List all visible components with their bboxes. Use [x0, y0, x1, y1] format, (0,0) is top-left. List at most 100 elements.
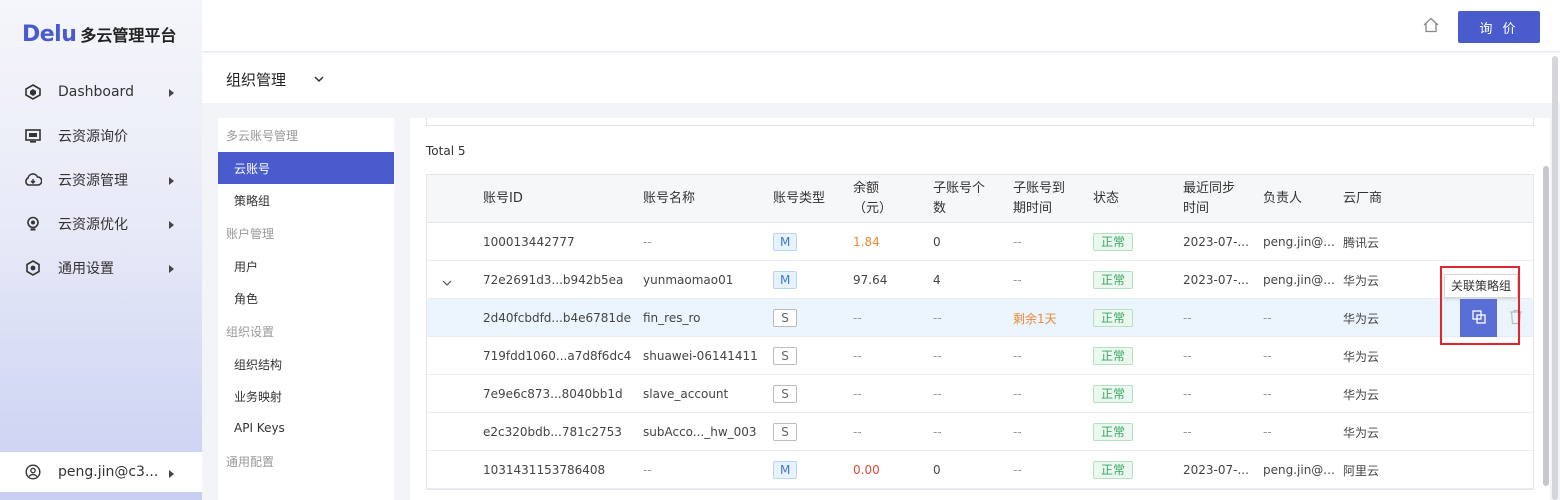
cell-owner: peng.jin@...	[1263, 463, 1335, 477]
associate-policy-tooltip: 关联策略组	[1444, 274, 1519, 298]
table-body: 100013442777 -- M 1.84 0 -- 正常 2023-07-... peng.…	[427, 223, 1533, 489]
account-type-badge: S	[773, 347, 797, 365]
trash-icon[interactable]	[1509, 309, 1523, 329]
status-badge: 正常	[1093, 385, 1134, 403]
associate-policy-button[interactable]	[1460, 299, 1497, 337]
cell-sub-count: --	[933, 349, 942, 363]
cell-balance: --	[853, 349, 862, 363]
dashboard-icon	[24, 83, 42, 101]
submenu-item-business-mapping[interactable]: 业务映射	[218, 380, 394, 412]
sidebar-item-label: 云资源询价	[58, 129, 128, 145]
chevron-down-icon[interactable]	[312, 71, 326, 90]
page-title: 组织管理	[226, 71, 287, 89]
cell-sub-count: 0	[933, 463, 941, 477]
table-row[interactable]: 72e2691d3...b942b5ea yunmaomao01 M 97.64 4 --…	[427, 261, 1533, 299]
cell-account-type: M	[773, 451, 798, 489]
submenu-item-api-keys[interactable]: API Keys	[218, 412, 394, 444]
cell-account-id: 100013442777	[483, 235, 575, 249]
total-count: Total 5	[426, 144, 466, 158]
cell-vendor: 华为云	[1343, 311, 1380, 326]
submenu-item-cloud-account[interactable]: 云账号	[218, 152, 394, 184]
submenu-group-title: 账户管理	[226, 226, 275, 241]
cell-account-type: S	[773, 337, 797, 375]
table-row[interactable]: 719fdd1060...a7d8f6dc4 shuawei-06141411 S -…	[427, 337, 1533, 375]
copy-link-icon	[1471, 309, 1487, 328]
cell-balance: 0.00	[853, 463, 880, 477]
column-header-account-type[interactable]: 账号类型	[773, 175, 843, 223]
status-badge: 正常	[1093, 233, 1134, 251]
cell-account-name: --	[643, 235, 652, 249]
cell-vendor: 华为云	[1343, 387, 1380, 402]
account-type-badge: M	[773, 233, 798, 251]
cell-status: 正常	[1093, 261, 1134, 299]
column-header-owner[interactable]: 负责人	[1263, 175, 1333, 223]
submenu-item-users[interactable]: 用户	[218, 250, 394, 282]
account-type-badge: M	[773, 461, 798, 479]
cell-account-type: S	[773, 413, 797, 451]
table-scrollbar[interactable]	[1543, 166, 1549, 486]
inquiry-button[interactable]: 询 价	[1458, 11, 1540, 43]
table-row[interactable]: 1031431153786408 -- M 0.00 0 -- 正常 2023-07-... p…	[427, 451, 1533, 489]
cell-vendor: 腾讯云	[1343, 235, 1380, 250]
cell-account-id: 2d40fcbdfd...b4e6781de	[483, 311, 632, 325]
cell-sub-count: 0	[933, 235, 941, 249]
column-header-account-name[interactable]: 账号名称	[643, 175, 763, 223]
sidebar-footer-strip	[0, 492, 202, 500]
column-header-balance[interactable]: 余额 （元）	[853, 175, 917, 223]
cell-owner: --	[1263, 311, 1272, 325]
cloud-icon	[24, 171, 42, 189]
cell-account-id: 72e2691d3...b942b5ea	[483, 273, 624, 287]
cell-sub-expire: --	[1013, 463, 1022, 477]
cell-sub-expire: --	[1013, 235, 1022, 249]
column-header-status[interactable]: 状态	[1093, 175, 1153, 223]
cell-sub-expire: 剩余1天	[1013, 311, 1057, 326]
sidebar-item-price-inquiry[interactable]: 云资源询价	[0, 114, 202, 158]
sidebar-item-general-settings[interactable]: 通用设置	[0, 246, 202, 290]
cell-balance: --	[853, 387, 862, 401]
table-row[interactable]: 2d40fcbdfd...b4e6781de fin_res_ro S -- -- 剩余1…	[427, 299, 1533, 337]
cell-balance: --	[853, 425, 862, 439]
submenu-item-policy-group[interactable]: 策略组	[218, 184, 394, 216]
table-row[interactable]: 100013442777 -- M 1.84 0 -- 正常 2023-07-... peng.…	[427, 223, 1533, 261]
cell-last-sync: 2023-07-...	[1183, 235, 1249, 249]
column-header-last-sync[interactable]: 最近同步 时间	[1183, 175, 1253, 223]
sidebar-item-resource-management[interactable]: 云资源管理	[0, 158, 202, 202]
table-row[interactable]: 7e9e6c873...8040bb1d slave_account S -- -- --…	[427, 375, 1533, 413]
cell-account-name: slave_account	[643, 387, 729, 401]
cell-status: 正常	[1093, 337, 1134, 375]
sidebar-item-resource-optimization[interactable]: 云资源优化	[0, 202, 202, 246]
cell-last-sync: --	[1183, 349, 1192, 363]
submenu-group-title: 多云账号管理	[226, 128, 299, 143]
home-icon[interactable]	[1422, 16, 1440, 38]
cell-account-name: --	[643, 463, 652, 477]
column-header-sub-count[interactable]: 子账号个 数	[933, 175, 1003, 223]
caret-right-icon	[169, 177, 174, 185]
column-header-vendor[interactable]: 云厂商	[1343, 175, 1413, 223]
user-email: peng.jin@c3...	[58, 464, 159, 480]
expand-chevron-icon[interactable]	[441, 274, 453, 293]
caret-right-icon	[169, 470, 174, 478]
settings-icon	[24, 259, 42, 277]
cell-account-name: shuawei-06141411	[643, 349, 758, 363]
cell-vendor: 华为云	[1343, 273, 1380, 288]
table-row[interactable]: e2c320bdb...781c2753 subAcco..._hw_003 S --…	[427, 413, 1533, 451]
submenu-item-org-structure[interactable]: 组织结构	[218, 348, 394, 380]
cell-last-sync: --	[1183, 311, 1192, 325]
user-menu[interactable]: peng.jin@c3...	[0, 452, 202, 492]
submenu-group-title: 通用配置	[226, 454, 275, 469]
account-type-badge: S	[773, 423, 797, 441]
column-header-account-id[interactable]: 账号ID	[483, 175, 633, 223]
status-badge: 正常	[1093, 347, 1134, 365]
cell-owner: --	[1263, 349, 1272, 363]
cell-status: 正常	[1093, 223, 1134, 261]
cell-account-id: e2c320bdb...781c2753	[483, 425, 622, 439]
caret-right-icon	[169, 221, 174, 229]
column-header-sub-expire[interactable]: 子账号到 期时间	[1013, 175, 1083, 223]
sidebar-item-dashboard[interactable]: Dashboard	[0, 70, 202, 114]
cell-status: 正常	[1093, 451, 1134, 489]
cell-vendor: 华为云	[1343, 425, 1380, 440]
cell-last-sync: 2023-07-...	[1183, 273, 1249, 287]
page-scrollbar[interactable]	[1552, 56, 1558, 500]
account-type-badge: M	[773, 271, 798, 289]
submenu-item-roles[interactable]: 角色	[218, 282, 394, 314]
